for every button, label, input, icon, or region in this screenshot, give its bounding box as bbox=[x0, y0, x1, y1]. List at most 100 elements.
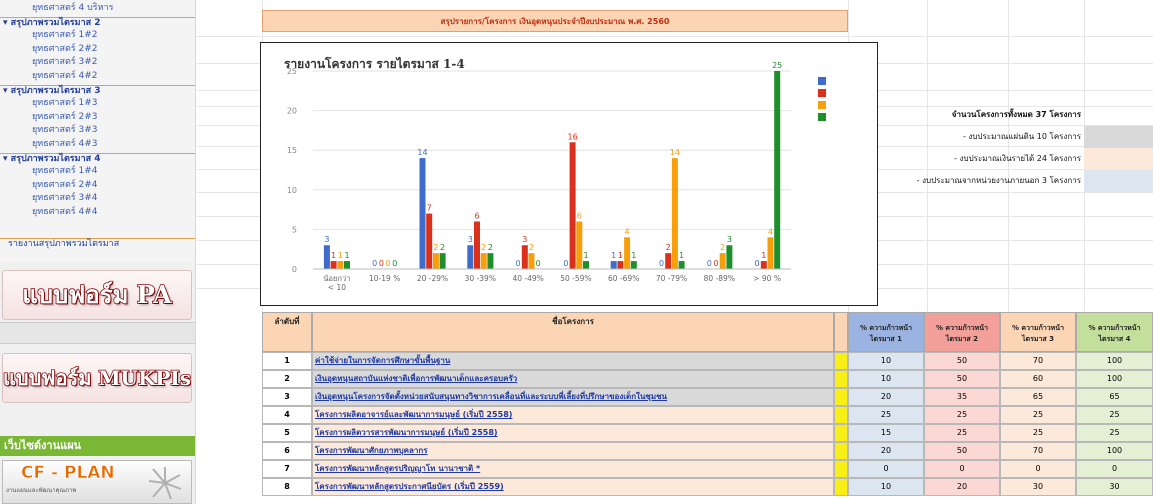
row-number: 7 bbox=[262, 460, 312, 478]
info-line-2: - งบประมาณเงินรายได้ 24 โครงการ bbox=[954, 154, 1081, 163]
mukpi-form-banner[interactable]: แบบฟอร์ม MUKPIs bbox=[2, 353, 192, 403]
q1-value: 0 bbox=[848, 460, 924, 478]
sidebar-item-14[interactable]: ยุทธศาสตร์ 3#4 bbox=[0, 193, 195, 204]
bar-data-label: 3 bbox=[522, 235, 527, 244]
bar-data-label: 1 bbox=[631, 251, 636, 260]
table-row: 2 เงินอุดหนุนสถาบันแห่งชาติเพื่อการพัฒนาเ… bbox=[262, 370, 1153, 388]
table-header: ลำดับที่ ชื่อโครงการ % ความก้าวหน้า ไตรม… bbox=[262, 312, 1153, 352]
bar bbox=[583, 261, 589, 269]
sidebar-item-12[interactable]: ยุทธศาสตร์ 1#4 bbox=[0, 166, 195, 177]
project-name-link[interactable]: เงินอุดหนุนโครงการจัดตั้งหน่วยสนับสนุนทา… bbox=[312, 388, 834, 406]
table-row: 8 โครงการพัฒนาหลักสูตรประกาศนียบัตร (เริ่… bbox=[262, 478, 1153, 496]
sidebar-item-7[interactable]: ยุทธศาสตร์ 1#3 bbox=[0, 98, 195, 109]
cf-plan-banner[interactable]: CF - PLAN งานแผนและพัฒนาคุณภาพ bbox=[2, 460, 192, 504]
bar bbox=[569, 142, 576, 269]
project-name-link[interactable]: เงินอุดหนุนสถาบันแห่งชาติเพื่อการพัฒนาเด… bbox=[312, 370, 834, 388]
q4-value: 0 bbox=[1076, 460, 1153, 478]
bar-data-label: 14 bbox=[417, 148, 427, 157]
header-blank bbox=[834, 312, 848, 352]
bar bbox=[624, 237, 631, 269]
q1-value: 10 bbox=[848, 370, 924, 388]
sidebar-item-0[interactable]: ยุทธศาสตร์ 4 บริหาร bbox=[0, 3, 195, 14]
info-line-1: - งบประมาณแผ่นดิน 10 โครงการ bbox=[963, 132, 1081, 141]
website-heading: เว็บไซต์งานแผน bbox=[0, 436, 195, 456]
project-name-link[interactable]: โครงการผลิตอาจารย์และพัฒนาการมนุษย์ (เริ… bbox=[312, 406, 834, 424]
q2-value: 25 bbox=[924, 424, 1000, 442]
sidebar-item-3[interactable]: ยุทธศาสตร์ 2#2 bbox=[0, 44, 195, 55]
table-row: 5 โครงการผลิตวารสารพัฒนาการมนุษย์ (เริ่มป… bbox=[262, 424, 1153, 442]
sidebar-item-16[interactable]: รายงานสรุปภาพรวมไตรมาส bbox=[0, 238, 195, 249]
pa-form-banner[interactable]: แบบฟอร์ม PA bbox=[2, 270, 192, 320]
x-tick-label: 10-19 % bbox=[369, 274, 400, 283]
spreadsheet: สรุปรายการ/โครงการ เงินอุดหนุนประจำปีงบป… bbox=[197, 0, 1153, 504]
q2-value: 35 bbox=[924, 388, 1000, 406]
project-name-link[interactable]: โครงการพัฒนาหลักสูตรปริญญาโท นานาชาติ * bbox=[312, 460, 834, 478]
chart-panel: รายงานโครงการ รายไตรมาส 1-4 0 5 10 15 20 25 3 1… bbox=[260, 42, 878, 306]
sidebar-item-11[interactable]: ▾ สรุปภาพรวมไตรมาส 4 bbox=[0, 152, 195, 164]
sidebar-item-6[interactable]: ▾ สรุปภาพรวมไตรมาส 3 bbox=[0, 84, 195, 96]
q4-value: 25 bbox=[1076, 424, 1153, 442]
header-no: ลำดับที่ bbox=[262, 312, 312, 352]
project-name-link[interactable]: โครงการผลิตวารสารพัฒนาการมนุษย์ (เริ่มปี… bbox=[312, 424, 834, 442]
bar bbox=[419, 158, 426, 269]
sidebar-item-10[interactable]: ยุทธศาสตร์ 4#3 bbox=[0, 139, 195, 150]
sunburst-icon bbox=[148, 467, 182, 500]
project-name-link[interactable]: โครงการพัฒนาศักยภาพบุคลากร bbox=[312, 442, 834, 460]
mukpi-form-banner-label: แบบฟอร์ม MUKPIs bbox=[3, 365, 191, 391]
bar bbox=[474, 221, 480, 269]
bar bbox=[330, 261, 337, 269]
bar bbox=[521, 245, 528, 269]
bar-data-label: 1 bbox=[679, 251, 684, 260]
q4-value: 30 bbox=[1076, 478, 1153, 496]
x-tick-label: > 90 % bbox=[753, 274, 781, 283]
row-number: 4 bbox=[262, 406, 312, 424]
table-row: 3 เงินอุดหนุนโครงการจัดตั้งหน่วยสนับสนุนท… bbox=[262, 388, 1153, 406]
bar-data-label: 6 bbox=[474, 211, 479, 220]
bar bbox=[671, 158, 678, 269]
sidebar-item-5[interactable]: ยุทธศาสตร์ 4#2 bbox=[0, 71, 195, 82]
bar bbox=[760, 261, 767, 269]
q3-value: 25 bbox=[1000, 424, 1076, 442]
cf-plan-subtitle: งานแผนและพัฒนาคุณภาพ bbox=[6, 487, 77, 494]
bar-data-label: 0 bbox=[516, 259, 521, 268]
bar-data-label: 1 bbox=[583, 251, 588, 260]
x-tick-label: 40 -49% bbox=[512, 274, 543, 283]
legend-marker bbox=[818, 113, 826, 121]
bar-data-label: 1 bbox=[761, 251, 766, 260]
row-number: 1 bbox=[262, 352, 312, 370]
bar-data-label: 4 bbox=[625, 227, 630, 236]
bar-data-label: 16 bbox=[568, 132, 578, 141]
yellow-marker bbox=[834, 406, 848, 424]
sidebar-item-9[interactable]: ยุทธศาสตร์ 3#3 bbox=[0, 125, 195, 136]
sidebar-item-2[interactable]: ยุทธศาสตร์ 1#2 bbox=[0, 30, 195, 41]
bar-data-label: 0 bbox=[379, 259, 384, 268]
row-number: 5 bbox=[262, 424, 312, 442]
bar-data-label: 1 bbox=[338, 251, 343, 260]
grid-row-line bbox=[197, 36, 1153, 37]
bar bbox=[767, 237, 774, 269]
q3-value: 30 bbox=[1000, 478, 1076, 496]
bar-data-label: 3 bbox=[468, 235, 473, 244]
project-name-link[interactable]: ค่าใช้จ่ายในการจัดการศึกษาขั้นพื้นฐาน bbox=[312, 352, 834, 370]
sidebar-item-4[interactable]: ยุทธศาสตร์ 3#2 bbox=[0, 57, 195, 68]
sidebar-item-13[interactable]: ยุทธศาสตร์ 2#4 bbox=[0, 180, 195, 191]
sidebar-item-8[interactable]: ยุทธศาสตร์ 2#3 bbox=[0, 112, 195, 123]
table-row: 6 โครงการพัฒนาศักยภาพบุคลากร 20 50 70 100 bbox=[262, 442, 1153, 460]
bar bbox=[432, 253, 439, 269]
bar bbox=[426, 213, 433, 269]
bar bbox=[467, 245, 474, 269]
bar-data-label: 0 bbox=[707, 259, 712, 268]
yellow-marker bbox=[834, 370, 848, 388]
bar-data-label: 0 bbox=[372, 259, 377, 268]
bar-chart: 051015202531 1 1น้อยกว่า< 100 0 0 010-19 %147… bbox=[287, 61, 826, 292]
sidebar-item-1[interactable]: ▾ สรุปภาพรวมไตรมาส 2 bbox=[0, 16, 195, 28]
x-tick-label: 30 -39% bbox=[465, 274, 496, 283]
sidebar-item-15[interactable]: ยุทธศาสตร์ 4#4 bbox=[0, 207, 195, 218]
bar-data-label: 2 bbox=[481, 243, 486, 252]
project-name-link[interactable]: โครงการพัฒนาหลักสูตรประกาศนียบัตร (เริ่ม… bbox=[312, 478, 834, 496]
x-tick-label: 80 -89% bbox=[704, 274, 735, 283]
legend-marker bbox=[818, 101, 826, 109]
q2-value: 20 bbox=[924, 478, 1000, 496]
yellow-marker bbox=[834, 388, 848, 406]
bar-data-label: 14 bbox=[670, 148, 680, 157]
